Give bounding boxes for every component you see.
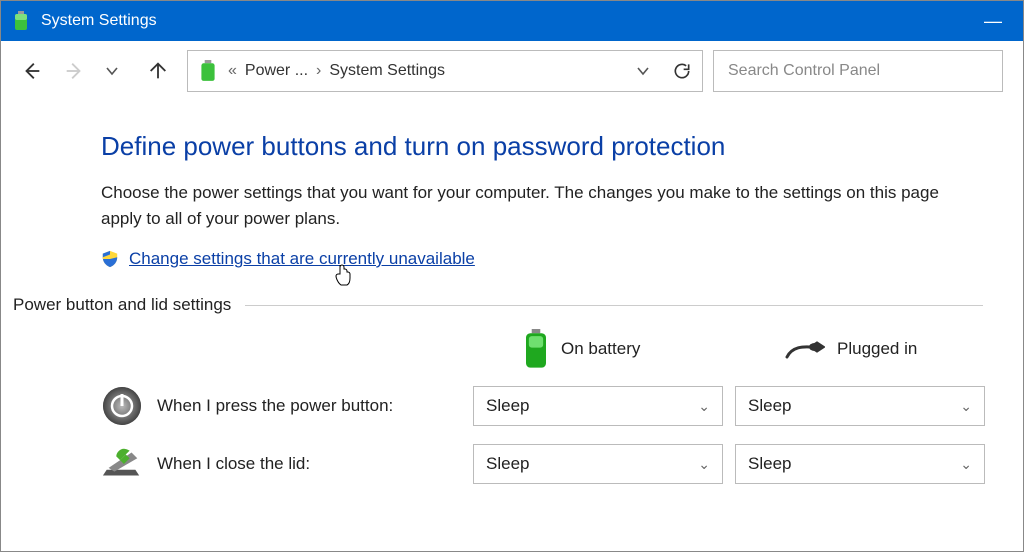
uac-row: Change settings that are currently unava…: [101, 249, 983, 269]
shield-icon: [101, 250, 119, 268]
nav-buttons: [21, 60, 167, 82]
breadcrumb-prefix-icon: «: [228, 62, 237, 80]
row-close-lid: When I close the lid:: [101, 443, 461, 485]
up-button[interactable]: [147, 60, 167, 82]
address-bar[interactable]: « Power ... › System Settings: [187, 50, 703, 92]
chevron-down-icon: ⌄: [960, 456, 972, 473]
breadcrumb-sep-icon: ›: [316, 62, 321, 80]
chevron-down-icon: ⌄: [698, 398, 710, 415]
breadcrumb-parent[interactable]: Power ...: [245, 62, 308, 80]
laptop-lid-icon: [101, 443, 143, 485]
battery-addr-icon: [198, 60, 220, 82]
battery-icon: [523, 329, 549, 369]
col-battery: On battery: [473, 329, 723, 369]
col-plugged: Plugged in: [735, 337, 985, 361]
power-button-battery-select[interactable]: Sleep ⌄: [473, 386, 723, 426]
page-title: Define power buttons and turn on passwor…: [101, 131, 983, 162]
plug-icon: [785, 337, 825, 361]
back-button[interactable]: [21, 60, 41, 82]
chevron-down-icon: ⌄: [960, 398, 972, 415]
toolbar: « Power ... › System Settings Search Con…: [1, 41, 1023, 101]
address-dropdown-icon[interactable]: [636, 64, 650, 78]
power-button-plugged-select[interactable]: Sleep ⌄: [735, 386, 985, 426]
battery-app-icon: [11, 11, 31, 31]
forward-button[interactable]: [63, 60, 83, 82]
minimize-button[interactable]: —: [973, 11, 1013, 32]
window-title: System Settings: [41, 12, 973, 30]
close-lid-battery-select[interactable]: Sleep ⌄: [473, 444, 723, 484]
recent-dropdown[interactable]: [105, 64, 125, 78]
section-header: Power button and lid settings: [13, 295, 983, 315]
search-placeholder: Search Control Panel: [728, 62, 880, 80]
search-input[interactable]: Search Control Panel: [713, 50, 1003, 92]
close-lid-plugged-select[interactable]: Sleep ⌄: [735, 444, 985, 484]
breadcrumb-current[interactable]: System Settings: [329, 62, 445, 80]
content: Define power buttons and turn on passwor…: [1, 101, 1023, 505]
power-button-icon: [101, 385, 143, 427]
settings-grid: On battery Plugged in When I press the p…: [101, 329, 983, 485]
chevron-down-icon: ⌄: [698, 456, 710, 473]
change-unavailable-link[interactable]: Change settings that are currently unava…: [129, 249, 475, 269]
titlebar: System Settings —: [1, 1, 1023, 41]
refresh-button[interactable]: [672, 61, 692, 81]
section-title: Power button and lid settings: [13, 295, 231, 315]
row-power-button: When I press the power button:: [101, 385, 461, 427]
page-description: Choose the power settings that you want …: [101, 180, 983, 231]
